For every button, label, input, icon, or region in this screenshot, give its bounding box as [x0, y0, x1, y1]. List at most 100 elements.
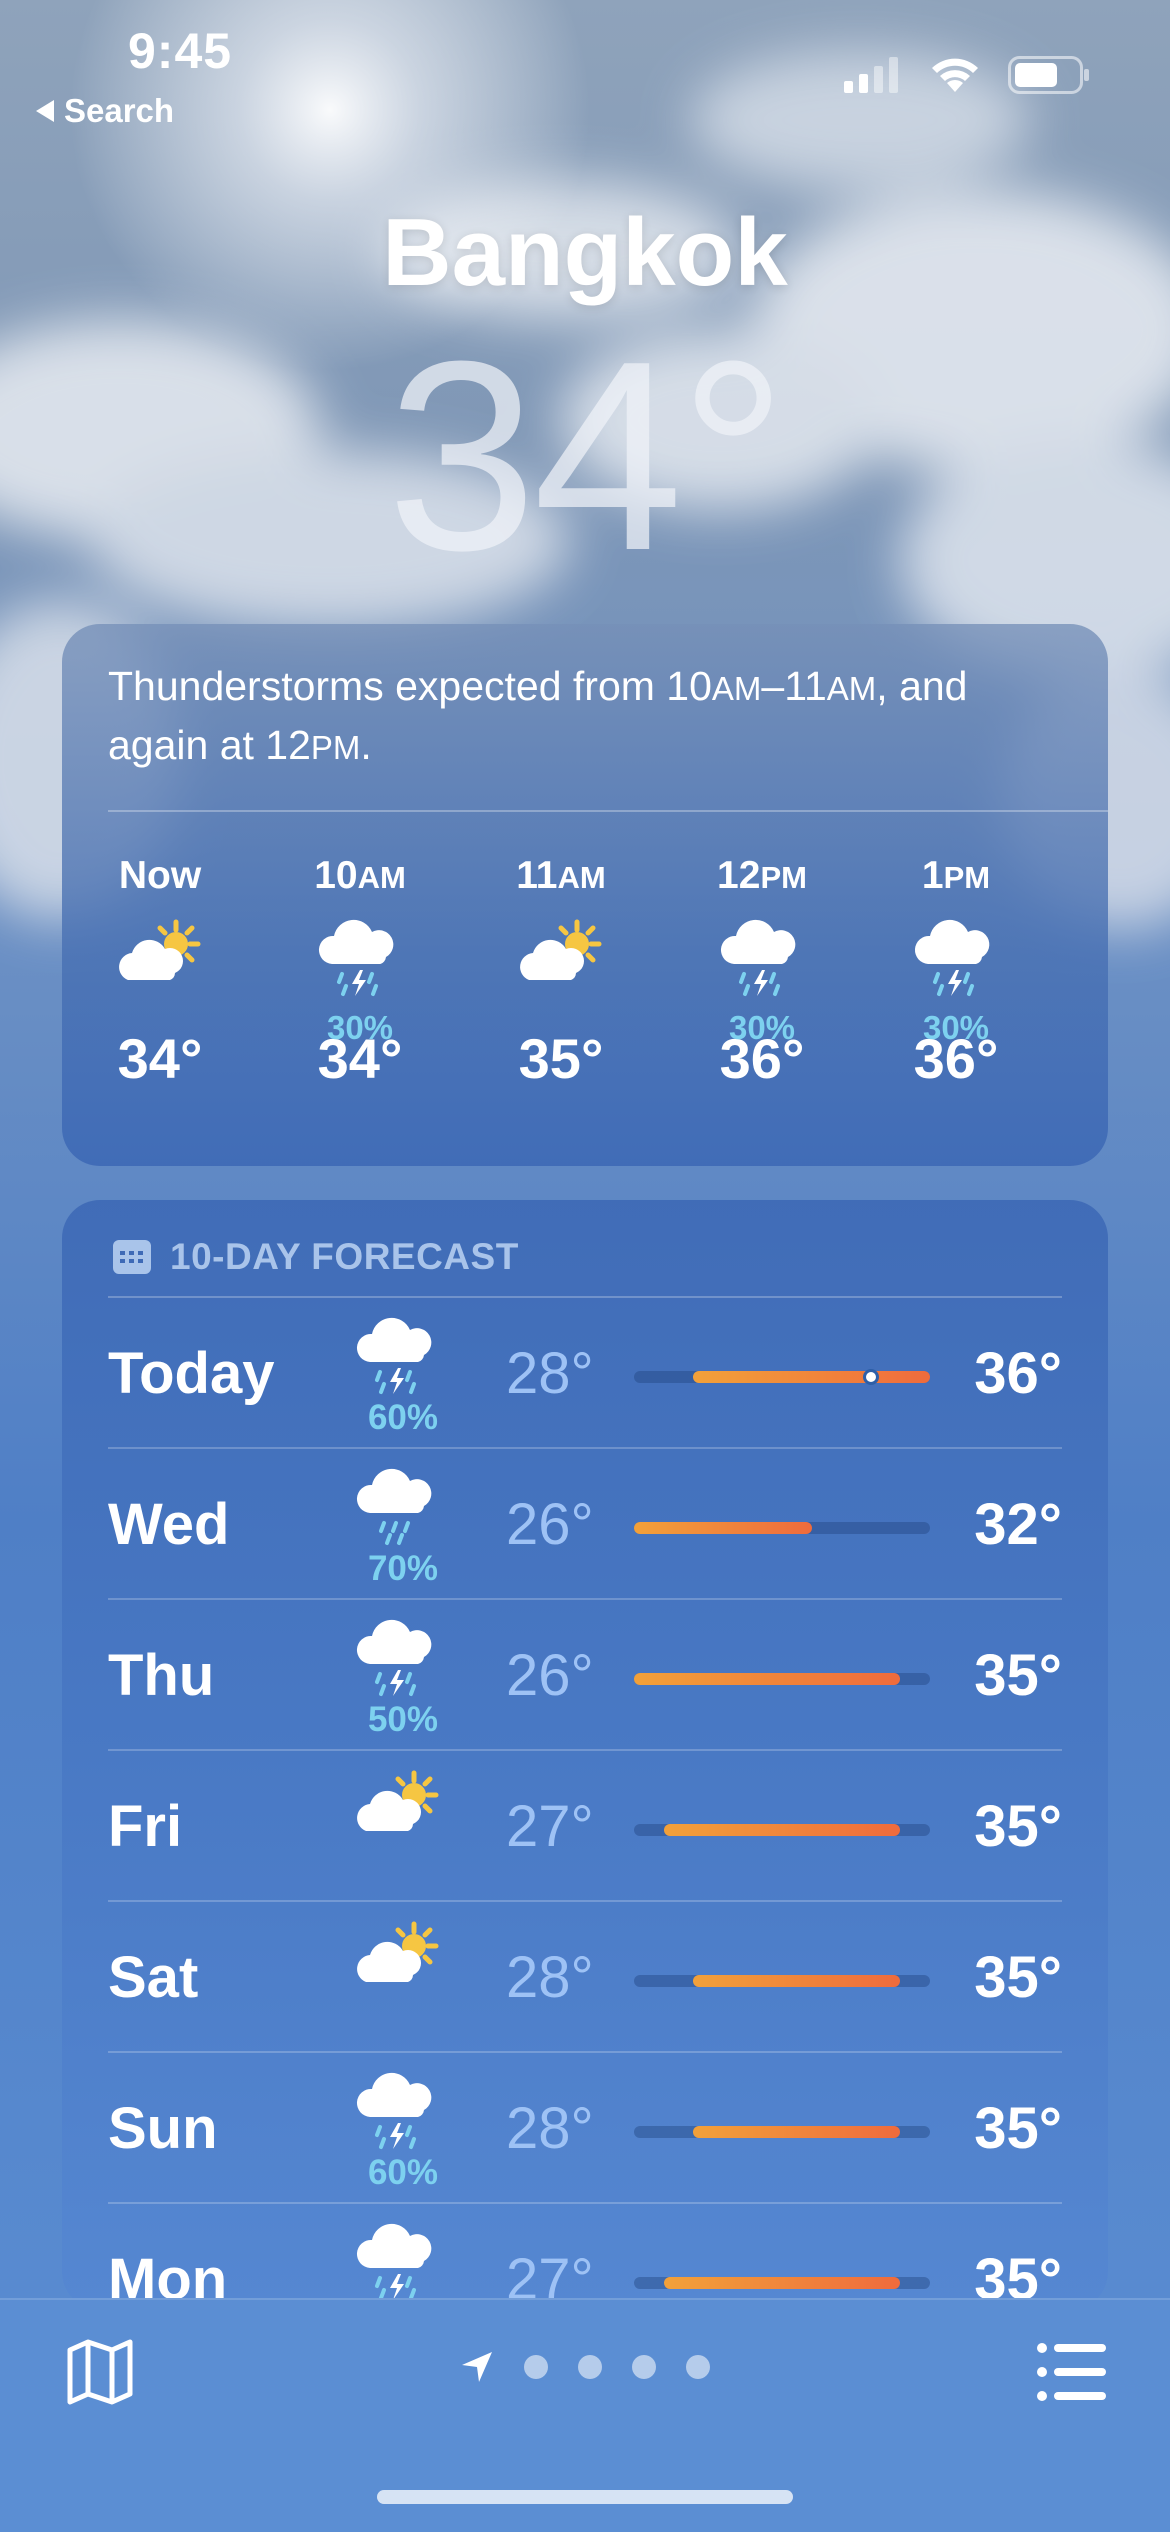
partly-sunny-icon [357, 1921, 439, 1982]
temperature-range-bar [634, 1824, 930, 1836]
home-indicator[interactable] [377, 2490, 793, 2504]
high-temperature: 32° [974, 1492, 1062, 1557]
high-temperature: 35° [974, 1794, 1062, 1859]
temperature-range-fill [693, 1371, 930, 1383]
thunderstorm-icon [356, 2223, 432, 2300]
temperature-range-bar [634, 2277, 930, 2289]
low-temperature: 28° [506, 1945, 594, 2010]
hour-item: 12PM 30% 36° [682, 854, 842, 1091]
page-dot[interactable] [632, 2355, 656, 2379]
status-icons [844, 56, 1090, 94]
hour-icon-wrap: 3 [1072, 914, 1108, 1024]
hour-label: 2 [1072, 854, 1108, 914]
hour-item: 10AM 30% 34° [280, 854, 440, 1091]
forecast-day: Thu [108, 1643, 215, 1708]
hour-item: 1PM 30% 36° [876, 854, 1036, 1091]
hour-label: 10AM [314, 854, 406, 897]
temperature-range-bar [634, 1975, 930, 1987]
precip-chance: 30% [728, 1009, 796, 1046]
hour-item: Now 34° [80, 854, 240, 1091]
forecast-day: Sat [108, 1945, 199, 2010]
hourly-scroller[interactable]: Now 34° 10AM 30% 34° 11AM 35° 12PM 30% 36° 1PM 30% 3… [62, 854, 1108, 1154]
hour-icon-wrap [80, 914, 240, 1024]
forecast-row[interactable]: Fri 27° 35° [108, 1751, 1062, 1902]
temperature-range-bar [634, 1522, 930, 1534]
ten-day-forecast-card[interactable]: 10-DAY FORECAST Today 60% 28° 36° Wed 70% 26° 3… [62, 1200, 1108, 2310]
forecast-icon-wrap [348, 1463, 458, 1553]
hourly-forecast-card[interactable]: Thunderstorms expected from 10AM–11AM, a… [62, 624, 1108, 1166]
forecast-icon-wrap [348, 1765, 458, 1855]
thunderstorm-icon [914, 919, 990, 996]
thunderstorm-icon [356, 1619, 432, 1696]
temperature-range-bar [634, 1673, 930, 1685]
forecast-day: Today [108, 1341, 275, 1406]
low-temperature: 28° [506, 2096, 594, 2161]
page-dot[interactable] [686, 2355, 710, 2379]
current-temperature-marker [862, 1369, 879, 1385]
page-dot[interactable] [524, 2355, 548, 2379]
forecast-title: 10-DAY FORECAST [170, 1236, 519, 1277]
back-to-search-button[interactable]: Search [36, 92, 174, 130]
battery-icon [1008, 56, 1089, 94]
precip-chance: 60% [367, 1398, 439, 1437]
thunderstorm-icon [356, 1317, 432, 1394]
list-icon[interactable] [1036, 2340, 1106, 2404]
low-temperature: 26° [506, 1643, 594, 1708]
precip-chance: 60% [367, 2153, 439, 2192]
partly-sunny-icon [357, 1770, 439, 1831]
hour-label: 11AM [516, 854, 606, 897]
high-temperature: 35° [974, 1643, 1062, 1708]
hour-temperature: 34° [117, 1027, 203, 1090]
hour-item: 11AM 35° [481, 854, 641, 1091]
hour-temperature: 35° [518, 1027, 604, 1090]
location-arrow-icon[interactable] [460, 2350, 494, 2384]
forecast-row[interactable]: Mon 27° 35° [108, 2204, 1062, 2310]
low-temperature: 27° [506, 1794, 594, 1859]
conditions-summary: Thunderstorms expected from 10AM–11AM, a… [108, 663, 968, 768]
forecast-row[interactable]: Today 60% 28° 36° [108, 1298, 1062, 1449]
hour-icon-wrap: 30% [280, 914, 440, 1046]
calendar-icon [113, 1240, 151, 1274]
forecast-icon-wrap [348, 1312, 458, 1402]
back-arrow-icon [36, 100, 54, 122]
thunderstorm-icon [720, 919, 796, 996]
thunderstorm-icon [1102, 914, 1108, 1004]
forecast-icon-wrap [348, 2218, 458, 2308]
status-time: 9:45 [128, 23, 233, 79]
partly-sunny-icon [520, 919, 602, 980]
forecast-icon-wrap [348, 1614, 458, 1704]
forecast-icon-wrap [348, 2067, 458, 2157]
page-indicator[interactable] [460, 2350, 710, 2384]
high-temperature: 35° [974, 2096, 1062, 2161]
high-temperature: 35° [974, 1945, 1062, 2010]
low-temperature: 28° [506, 1341, 594, 1406]
city-name: Bangkok [382, 199, 788, 306]
forecast-row[interactable]: Sat 28° 35° [108, 1902, 1062, 2053]
divider [108, 810, 1108, 812]
forecast-icon-wrap [348, 1916, 458, 2006]
forecast-day: Sun [108, 2096, 218, 2161]
current-temperature: 34° [386, 306, 787, 607]
temperature-range-fill [663, 2277, 901, 2289]
temperature-range-bar [634, 2126, 930, 2138]
forecast-row[interactable]: Wed 70% 26° 32° [108, 1449, 1062, 1600]
forecast-row[interactable]: Thu 50% 26° 35° [108, 1600, 1062, 1751]
temperature-range-fill [693, 2126, 901, 2138]
temperature-range-fill [634, 1522, 812, 1534]
forecast-header: 10-DAY FORECAST [112, 1236, 519, 1278]
hour-item: 233 [1072, 854, 1108, 1091]
temperature-range-fill [634, 1673, 901, 1685]
rain-icon [356, 1468, 432, 1545]
precip-chance: 50% [367, 1700, 439, 1739]
forecast-day: Fri [108, 1794, 183, 1859]
thunderstorm-icon [318, 919, 394, 996]
map-icon[interactable] [64, 2336, 136, 2408]
precip-chance: 3 [1072, 1009, 1108, 1047]
high-temperature: 36° [974, 1341, 1062, 1406]
thunderstorm-icon [356, 2072, 432, 2149]
forecast-row[interactable]: Sun 60% 28° 35° [108, 2053, 1062, 2204]
page-dot[interactable] [578, 2355, 602, 2379]
hour-label: 12PM [717, 854, 807, 897]
hour-label: 1PM [921, 854, 991, 897]
hour-label: Now [118, 854, 202, 897]
